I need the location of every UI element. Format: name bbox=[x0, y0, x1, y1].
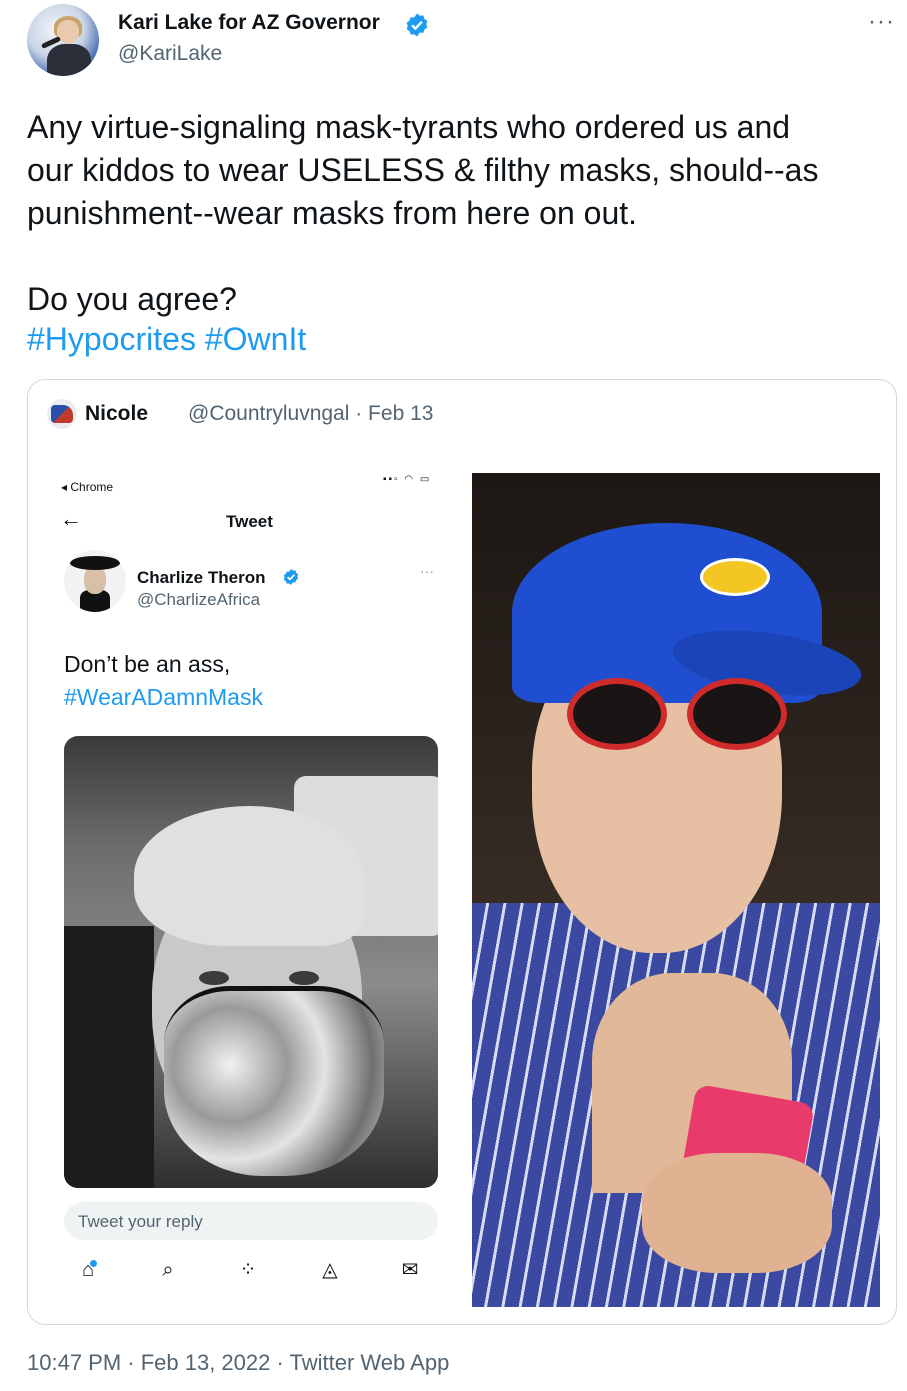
phone-status-app: ◂ Chrome bbox=[61, 480, 114, 494]
phone-tweet-text: Don’t be an ass, bbox=[64, 651, 231, 677]
author-handle[interactable]: @KariLake bbox=[118, 42, 222, 66]
quoted-avatar[interactable] bbox=[47, 399, 77, 429]
quoted-tweet[interactable]: Nicole @Countryluvngal · Feb 13 ◂ Chrome… bbox=[27, 379, 897, 1325]
phone-screenshot-image[interactable]: ◂ Chrome ▪▪▫ ◠ ▭ ← Tweet Charlize Theron… bbox=[48, 460, 468, 1300]
quoted-author-name[interactable]: Nicole bbox=[85, 402, 148, 426]
author-avatar[interactable] bbox=[27, 4, 99, 76]
phone-bottom-nav: ⌂ ⌕ ⁘ ◬ ✉ bbox=[64, 1250, 438, 1290]
home-icon: ⌂ bbox=[76, 1258, 100, 1282]
masked-selfie-photo bbox=[64, 736, 438, 1188]
reply-input: Tweet your reply bbox=[64, 1202, 438, 1240]
tweet-hashtags: #Hypocrites #OwnIt bbox=[27, 318, 306, 361]
phone-avatar bbox=[64, 550, 126, 612]
phone-author-handle: @CharlizeAfrica bbox=[137, 590, 261, 609]
verified-badge-icon bbox=[283, 569, 299, 585]
messages-envelope-icon: ✉ bbox=[401, 1259, 419, 1281]
reply-placeholder: Tweet your reply bbox=[78, 1212, 203, 1231]
search-icon: ⌕ bbox=[162, 1259, 174, 1281]
more-options-icon: ··· bbox=[420, 563, 434, 579]
back-arrow-icon: ← bbox=[60, 506, 82, 531]
sunglasses-cap-photo[interactable] bbox=[472, 473, 880, 1307]
tweet-text: Any virtue-signaling mask-tyrants who or… bbox=[27, 109, 819, 317]
quoted-handle-date: @Countryluvngal · Feb 13 bbox=[188, 402, 434, 425]
signal-wifi-battery-icon: ▪▪▫ ◠ ▭ bbox=[383, 474, 432, 485]
tweet-timestamp[interactable]: 10:47 PM · Feb 13, 2022 · Twitter Web Ap… bbox=[27, 1350, 449, 1376]
author-name[interactable]: Kari Lake for AZ Governor bbox=[118, 11, 380, 35]
hashtag-hypocrites[interactable]: #Hypocrites bbox=[27, 321, 196, 357]
verified-badge-icon bbox=[406, 13, 428, 37]
more-options-icon[interactable]: ··· bbox=[868, 8, 895, 36]
phone-hashtag: #WearADamnMask bbox=[64, 684, 263, 710]
phone-page-title: Tweet bbox=[226, 512, 273, 531]
phone-author-name: Charlize Theron bbox=[137, 568, 266, 587]
notifications-bell-icon: ◬ bbox=[322, 1259, 338, 1281]
spaces-icon: ⁘ bbox=[239, 1259, 257, 1281]
hashtag-ownit[interactable]: #OwnIt bbox=[205, 321, 306, 357]
